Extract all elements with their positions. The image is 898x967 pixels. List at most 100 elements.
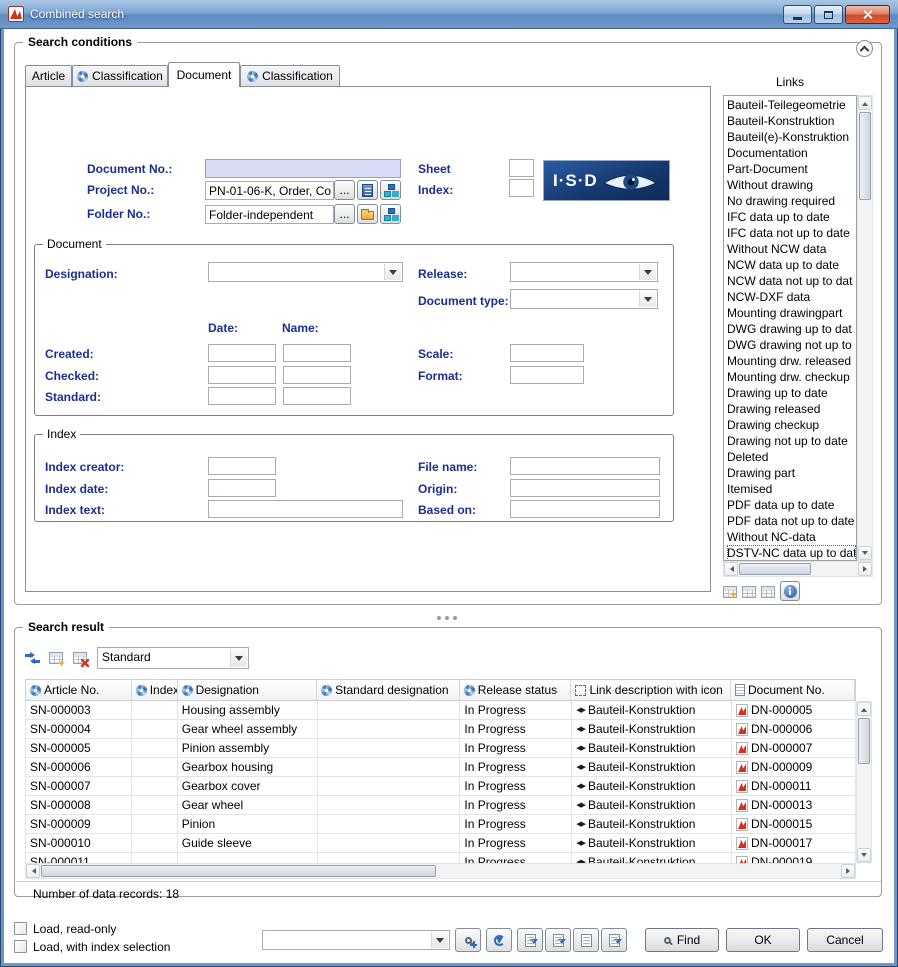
table-row[interactable]: SN-000007 Gearbox cover In Progress ◀▶Ba…: [26, 777, 856, 796]
column-header-article-no[interactable]: Article No.: [26, 680, 132, 700]
result-view-button-2[interactable]: [740, 583, 758, 600]
links-list-item[interactable]: DWG drawing up to dat: [727, 321, 856, 337]
release-combo[interactable]: [510, 262, 658, 282]
links-horizontal-scrollbar[interactable]: [723, 561, 873, 577]
links-list-item[interactable]: NCW data not up to dat: [727, 273, 856, 289]
scroll-up-button[interactable]: [858, 96, 872, 110]
result-horizontal-scrollbar[interactable]: [25, 863, 856, 879]
links-list-item[interactable]: DWG drawing not up to: [727, 337, 856, 353]
extended-search-button[interactable]: [455, 928, 481, 952]
collapse-button[interactable]: [856, 40, 873, 57]
created-date-input[interactable]: [208, 344, 276, 362]
format-input[interactable]: [510, 366, 584, 384]
links-list-item[interactable]: PDF data up to date: [727, 497, 856, 513]
project-detail-button[interactable]: [357, 180, 378, 200]
links-vertical-scrollbar[interactable]: [857, 95, 873, 561]
sort-results-button[interactable]: [21, 647, 43, 669]
folder-browse-button[interactable]: ...: [334, 204, 355, 224]
designation-combo[interactable]: [208, 262, 403, 282]
folder-open-button[interactable]: [357, 204, 378, 224]
column-header-link-description[interactable]: Link description with icon: [571, 680, 731, 700]
folder-structure-button[interactable]: [380, 204, 401, 224]
info-button[interactable]: [780, 581, 800, 601]
document-action-button-3[interactable]: [573, 928, 599, 952]
result-table-body[interactable]: SN-000003 Housing assembly In Progress ◀…: [25, 701, 856, 863]
document-no-input[interactable]: [205, 159, 401, 178]
checked-date-input[interactable]: [208, 366, 276, 384]
links-list-item[interactable]: Bauteil-Konstruktion: [727, 113, 856, 129]
links-list-item[interactable]: NCW-DXF data: [727, 289, 856, 305]
load-index-selection-checkbox[interactable]: [14, 940, 27, 953]
links-list-item[interactable]: IFC data up to date: [727, 209, 856, 225]
links-list-item[interactable]: NCW data up to date: [727, 257, 856, 273]
links-list-item[interactable]: Bauteil(e)-Konstruktion: [727, 129, 856, 145]
result-view-button-3[interactable]: [759, 583, 777, 600]
tab-classification-1[interactable]: Classification: [72, 65, 168, 86]
origin-input[interactable]: [510, 479, 660, 497]
table-row[interactable]: SN-000006 Gearbox housing In Progress ◀▶…: [26, 758, 856, 777]
cancel-button[interactable]: Cancel: [807, 928, 883, 952]
links-list-item[interactable]: Without NC-data: [727, 529, 856, 545]
scroll-left-button[interactable]: [724, 562, 738, 576]
result-view-button-1[interactable]: [721, 583, 739, 600]
scroll-right-button[interactable]: [841, 864, 855, 878]
tab-document[interactable]: Document: [168, 62, 240, 87]
scale-input[interactable]: [510, 344, 584, 362]
result-vertical-scrollbar[interactable]: [856, 701, 872, 863]
find-button[interactable]: Find: [645, 928, 719, 952]
links-list-item[interactable]: Deleted: [727, 449, 856, 465]
delete-result-view-button[interactable]: [69, 647, 91, 669]
tab-classification-2[interactable]: Classification: [240, 65, 340, 86]
links-list-item[interactable]: Mounting drawingpart: [727, 305, 856, 321]
links-list-item[interactable]: No drawing required: [727, 193, 856, 209]
scroll-up-button[interactable]: [857, 702, 871, 716]
index-date-input[interactable]: [208, 479, 276, 497]
index-text-input[interactable]: [208, 500, 403, 518]
links-list-item[interactable]: Bauteil-Teilegeometrie: [727, 97, 856, 113]
load-readonly-checkbox[interactable]: [14, 922, 27, 935]
column-header-standard-designation[interactable]: Standard designation: [317, 680, 460, 700]
table-row[interactable]: SN-000009 Pinion In Progress ◀▶Bauteil-K…: [26, 815, 856, 834]
links-list-item[interactable]: Part-Document: [727, 161, 856, 177]
index-creator-input[interactable]: [208, 457, 276, 475]
ok-button[interactable]: OK: [726, 928, 800, 952]
links-list-item[interactable]: Drawing up to date: [727, 385, 856, 401]
links-list-item[interactable]: Drawing checkup: [727, 417, 856, 433]
sheet-input[interactable]: [509, 159, 534, 177]
table-row[interactable]: SN-000010 Guide sleeve In Progress ◀▶Bau…: [26, 834, 856, 853]
scrollbar-thumb[interactable]: [739, 563, 811, 575]
save-result-view-button[interactable]: [45, 647, 67, 669]
links-list-item[interactable]: Drawing released: [727, 401, 856, 417]
footer-combo[interactable]: [262, 930, 450, 950]
index-input[interactable]: [509, 179, 534, 197]
checked-name-input[interactable]: [283, 366, 351, 384]
links-list-item[interactable]: Without NCW data: [727, 241, 856, 257]
scroll-right-button[interactable]: [858, 562, 872, 576]
scroll-left-button[interactable]: [26, 864, 40, 878]
standard-name-input[interactable]: [283, 387, 351, 405]
tab-article[interactable]: Article: [25, 65, 72, 86]
created-name-input[interactable]: [283, 344, 351, 362]
links-list-item[interactable]: Itemised: [727, 481, 856, 497]
scroll-down-button[interactable]: [857, 848, 871, 862]
table-row[interactable]: SN-000003 Housing assembly In Progress ◀…: [26, 701, 856, 720]
table-row[interactable]: SN-000008 Gear wheel In Progress ◀▶Baute…: [26, 796, 856, 815]
links-list-item[interactable]: PDF data not up to date: [727, 513, 856, 529]
document-type-combo[interactable]: [510, 289, 658, 309]
document-action-button-1[interactable]: [517, 928, 543, 952]
scrollbar-thumb[interactable]: [41, 865, 436, 877]
scroll-down-button[interactable]: [858, 546, 872, 560]
column-header-designation[interactable]: Designation: [178, 680, 318, 700]
standard-date-input[interactable]: [208, 387, 276, 405]
close-button[interactable]: [845, 5, 890, 24]
table-row[interactable]: SN-000011 In Progress ◀▶Bauteil-Konstruk…: [26, 853, 856, 863]
maximize-button[interactable]: [814, 5, 843, 24]
links-list-item[interactable]: Mounting drw. released: [727, 353, 856, 369]
links-list-item[interactable]: Without drawing: [727, 177, 856, 193]
links-list-item[interactable]: Drawing part: [727, 465, 856, 481]
based-on-input[interactable]: [510, 500, 660, 518]
project-browse-button[interactable]: ...: [334, 180, 355, 200]
result-view-combo[interactable]: Standard: [97, 647, 249, 669]
table-row[interactable]: SN-000004 Gear wheel assembly In Progres…: [26, 720, 856, 739]
column-header-release-status[interactable]: Release status: [460, 680, 572, 700]
